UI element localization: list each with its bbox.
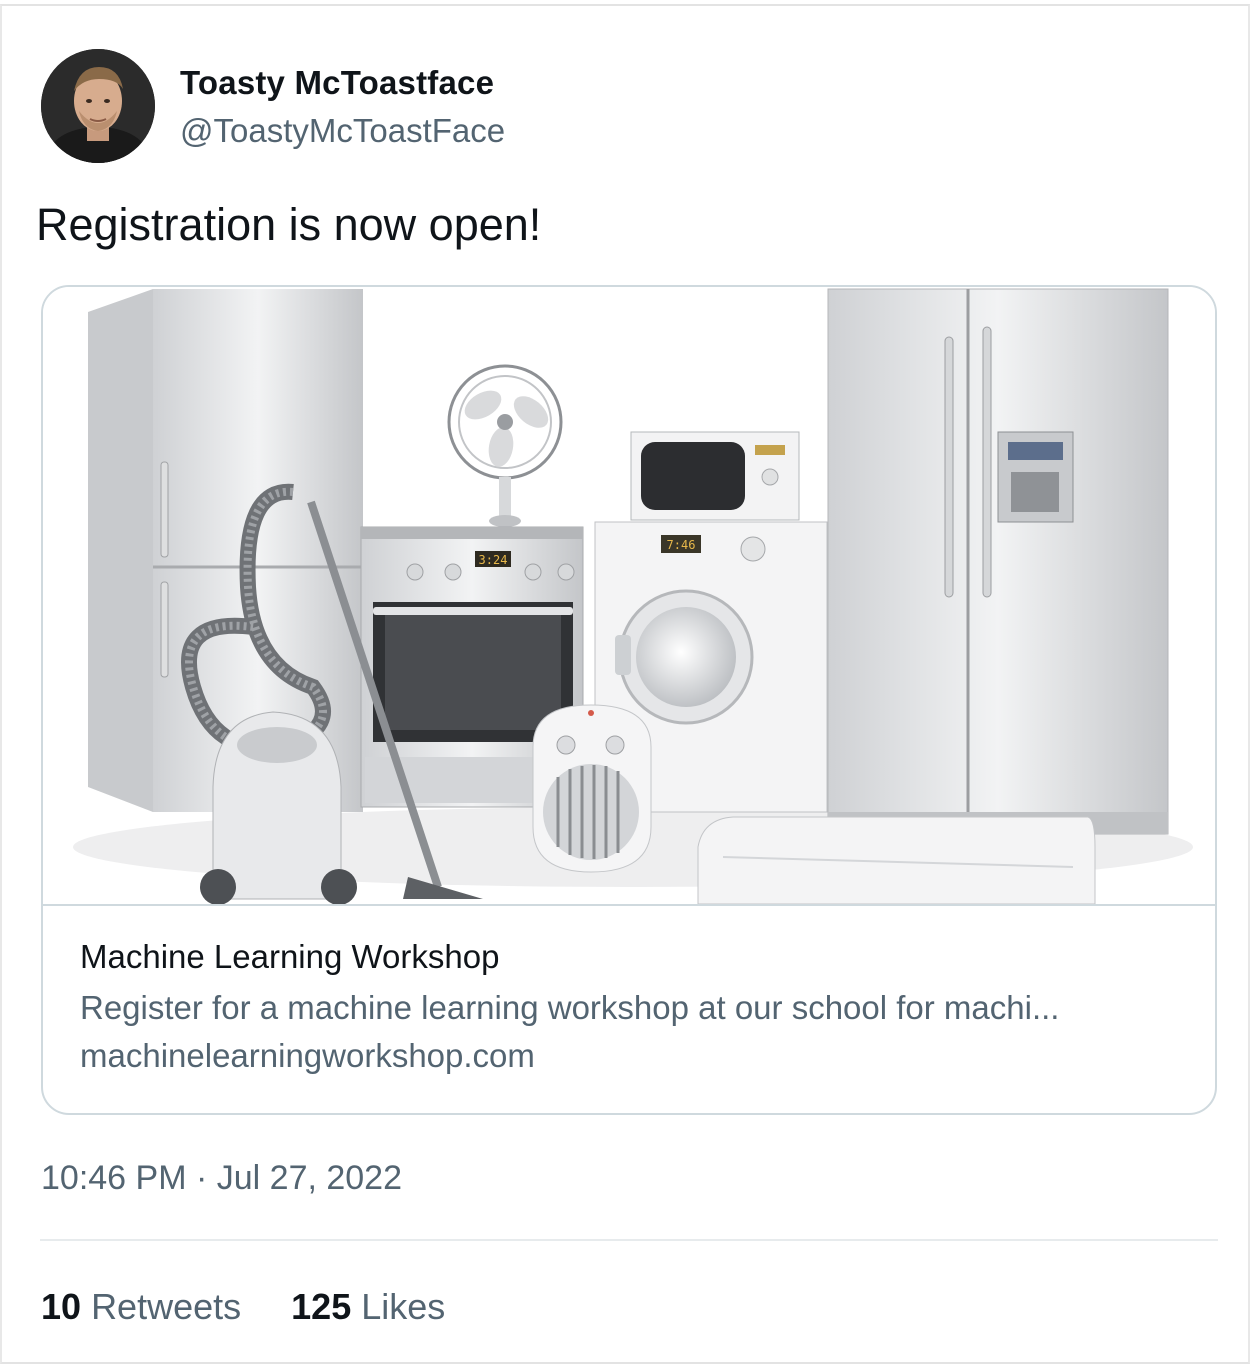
card-title[interactable]: Machine Learning Workshop xyxy=(80,938,499,976)
desk-fan xyxy=(447,364,563,527)
avatar[interactable] xyxy=(41,49,155,163)
user-handle[interactable]: @ToastyMcToastFace xyxy=(180,112,505,150)
likes-stat[interactable]: 125 Likes xyxy=(291,1286,445,1328)
oven-clock: 3:24 xyxy=(479,553,508,567)
microwave xyxy=(630,431,800,521)
retweets-label: Retweets xyxy=(91,1286,242,1327)
washer-clock: 7:46 xyxy=(667,538,696,552)
tweet-text: Registration is now open! xyxy=(36,199,542,250)
tweet-container: Toasty McToastface @ToastyMcToastFace Re… xyxy=(0,4,1250,1364)
air-conditioner xyxy=(697,816,1096,904)
display-name[interactable]: Toasty McToastface xyxy=(180,64,494,102)
appliances-illustration: 3:24 7:46 xyxy=(73,288,1193,904)
space-heater xyxy=(532,704,652,873)
avatar-photo-icon xyxy=(41,49,155,163)
retweets-stat[interactable]: 10 Retweets xyxy=(41,1286,241,1328)
engagement-stats: 10 Retweets 125 Likes xyxy=(41,1286,485,1328)
link-card[interactable]: 3:24 7:46 Machine Learning Workshop Regi… xyxy=(41,285,1217,1115)
card-url[interactable]: machinelearningworkshop.com xyxy=(80,1037,535,1075)
likes-label: Likes xyxy=(361,1286,446,1327)
divider xyxy=(40,1239,1218,1241)
card-divider xyxy=(43,904,1215,906)
fridge-right xyxy=(827,288,1169,835)
card-image[interactable]: 3:24 7:46 xyxy=(43,287,1215,904)
likes-count: 125 xyxy=(291,1286,352,1327)
retweets-count: 10 xyxy=(41,1286,82,1327)
card-description[interactable]: Register for a machine learning workshop… xyxy=(80,989,1059,1027)
tweet-timestamp[interactable]: 10:46 PM · Jul 27, 2022 xyxy=(41,1159,402,1198)
